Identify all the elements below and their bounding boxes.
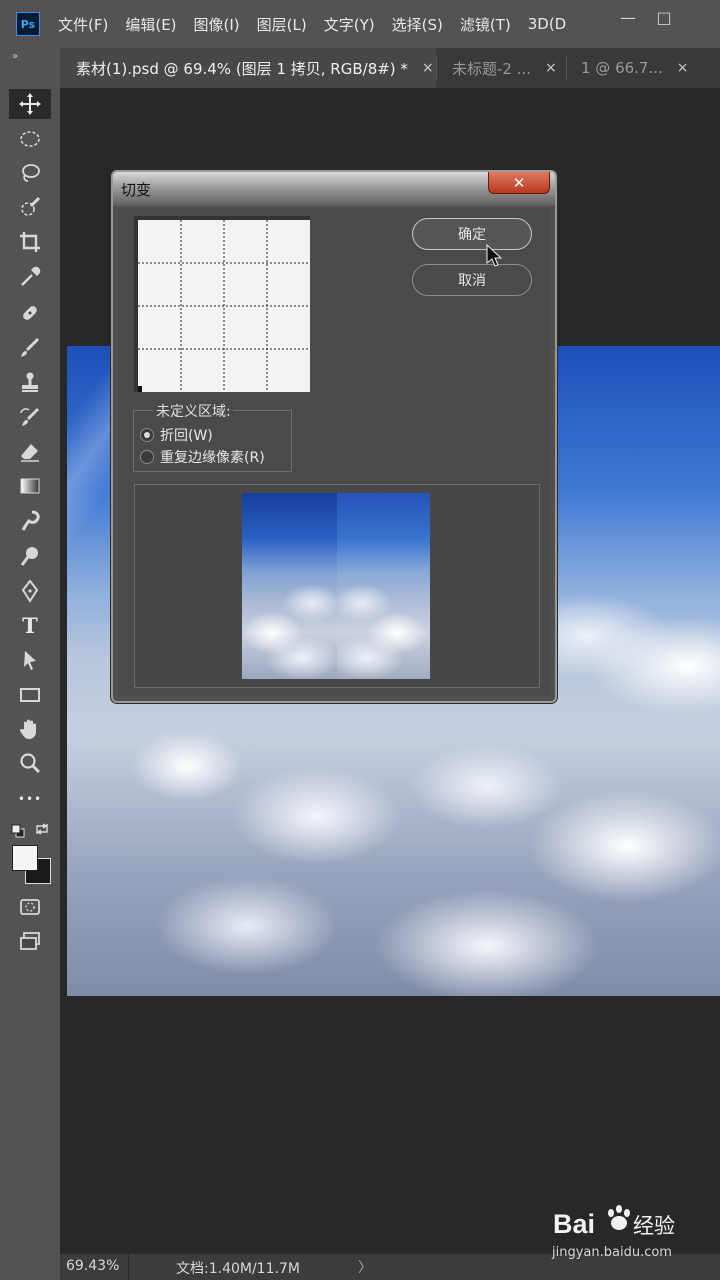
swap-colors-icon[interactable] <box>34 821 50 837</box>
move-tool-icon[interactable] <box>9 89 51 119</box>
menu-bar: Ps 文件(F) 编辑(E) 图像(I) 图层(L) 文字(Y) 选择(S) 滤… <box>0 0 720 48</box>
clone-stamp-icon[interactable] <box>9 367 51 397</box>
ok-button[interactable]: 确定 <box>412 218 532 250</box>
baidu-url: jingyan.baidu.com <box>552 1245 672 1260</box>
pen-icon[interactable] <box>9 576 51 606</box>
shear-dialog: 切变 ✕ 确定 取消 未定义区域: 折回(W) 重复边缘像素(R) <box>111 170 557 703</box>
default-colors-icon[interactable] <box>11 823 25 838</box>
tab-document-3[interactable]: 1 @ 66.7... × <box>581 48 689 88</box>
radio-repeat-edge[interactable] <box>140 450 154 464</box>
menu-filter[interactable]: 滤镜(T) <box>460 14 511 35</box>
healing-brush-icon[interactable] <box>9 298 51 328</box>
photoshop-logo: Ps <box>16 12 40 36</box>
menu-layer[interactable]: 图层(L) <box>257 14 307 35</box>
menu-select[interactable]: 选择(S) <box>392 14 443 35</box>
dialog-close-button[interactable]: ✕ <box>488 172 550 194</box>
gradient-icon[interactable] <box>9 471 51 501</box>
tab-document-2[interactable]: 未标题-2 ... × <box>452 48 557 88</box>
crop-tool-icon[interactable] <box>9 227 51 257</box>
lasso-tool-icon[interactable] <box>9 158 51 188</box>
undefined-area-legend: 未定义区域: <box>154 401 233 421</box>
preview-area <box>134 484 540 688</box>
repeat-edge-option[interactable]: 重复边缘像素(R) <box>140 447 265 467</box>
document-size: 文档:1.40M/11.7M <box>176 1261 300 1277</box>
quick-select-icon[interactable] <box>9 192 51 222</box>
tab-label: 1 @ 66.7... <box>581 59 663 77</box>
menu-type[interactable]: 文字(Y) <box>324 14 375 35</box>
undefined-area-group: 未定义区域: 折回(W) 重复边缘像素(R) <box>133 401 292 472</box>
wrap-around-option[interactable]: 折回(W) <box>140 425 213 445</box>
baidu-watermark: Bai 经验 <box>553 1203 683 1247</box>
menu-edit[interactable]: 编辑(E) <box>125 14 176 35</box>
dialog-title: 切变 <box>121 181 152 199</box>
tab-document-1[interactable]: 素材(1).psd @ 69.4% (图层 1 拷贝, RGB/8#) * × <box>60 48 436 88</box>
main-menu: 文件(F) 编辑(E) 图像(I) 图层(L) 文字(Y) 选择(S) 滤镜(T… <box>58 0 583 48</box>
quick-mask-icon[interactable] <box>9 892 51 922</box>
more-tools-icon[interactable]: ••• <box>9 784 51 814</box>
close-icon[interactable]: × <box>422 60 434 76</box>
eraser-icon[interactable] <box>9 437 51 467</box>
maximize-button[interactable]: □ <box>650 6 678 28</box>
history-brush-icon[interactable] <box>9 402 51 432</box>
foreground-color-swatch[interactable] <box>12 845 38 871</box>
hand-tool-icon[interactable] <box>9 714 51 744</box>
mouse-cursor-icon <box>486 243 503 272</box>
dialog-titlebar[interactable]: 切变 ✕ <box>113 172 555 206</box>
dodge-icon[interactable] <box>9 541 51 571</box>
collapse-toolbar-icon[interactable]: » <box>12 51 18 62</box>
svg-text:Bai: Bai <box>553 1209 595 1239</box>
document-tabs: 素材(1).psd @ 69.4% (图层 1 拷贝, RGB/8#) * × … <box>60 48 720 88</box>
preview-image-right <box>337 493 430 679</box>
wrap-around-label: 折回(W) <box>160 428 213 444</box>
brush-icon[interactable] <box>9 333 51 363</box>
tab-label: 素材(1).psd @ 69.4% (图层 1 拷贝, RGB/8#) * <box>76 59 408 78</box>
dialog-body: 确定 取消 未定义区域: 折回(W) 重复边缘像素(R) <box>119 208 549 696</box>
preview-image-left <box>242 493 337 679</box>
repeat-edge-label: 重复边缘像素(R) <box>160 450 265 466</box>
cancel-button[interactable]: 取消 <box>412 264 532 296</box>
menu-3d[interactable]: 3D(D <box>528 15 567 33</box>
status-menu-arrow[interactable]: 〉 <box>358 1257 372 1277</box>
radio-wrap-around[interactable] <box>140 428 154 442</box>
minimize-button[interactable]: — <box>614 6 642 28</box>
shear-curve-grid[interactable] <box>134 216 310 392</box>
type-tool-icon[interactable]: T <box>9 610 51 640</box>
zoom-tool-icon[interactable] <box>9 748 51 778</box>
svg-text:经验: 经验 <box>633 1214 675 1238</box>
tab-divider <box>566 56 567 80</box>
rectangle-tool-icon[interactable] <box>9 680 51 710</box>
path-select-icon[interactable] <box>9 645 51 675</box>
close-icon[interactable]: × <box>545 60 557 76</box>
screen-mode-icon[interactable] <box>9 926 51 956</box>
eyedropper-icon[interactable] <box>9 262 51 292</box>
status-divider <box>128 1254 129 1280</box>
tab-divider <box>436 56 437 80</box>
tab-label: 未标题-2 ... <box>452 59 532 78</box>
blur-icon[interactable] <box>9 506 51 536</box>
menu-image[interactable]: 图像(I) <box>194 14 240 35</box>
menu-file[interactable]: 文件(F) <box>58 14 108 35</box>
marquee-tool-icon[interactable] <box>9 124 51 154</box>
zoom-level[interactable]: 69.43% <box>66 1258 119 1274</box>
close-icon[interactable]: × <box>677 60 689 76</box>
